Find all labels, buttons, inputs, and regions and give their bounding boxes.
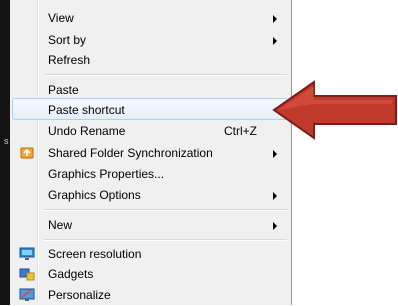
menu-separator <box>44 74 287 76</box>
menu-item-label: Graphics Options <box>48 188 141 202</box>
menu-item-sort-by[interactable]: Sort by <box>12 28 288 50</box>
callout-arrow <box>272 80 397 140</box>
menu-item-label: Personalize <box>48 288 111 302</box>
menu-item-paste[interactable]: Paste <box>12 78 288 100</box>
submenu-arrow-icon <box>273 37 277 45</box>
desktop-background <box>0 0 10 305</box>
keyboard-shortcut: Ctrl+Z <box>224 124 257 138</box>
submenu-arrow-icon <box>273 15 277 23</box>
menu-item-label: Undo Rename <box>48 124 126 138</box>
menu-item-graphics-options[interactable]: Graphics Options <box>12 183 288 205</box>
menu-item-label: Paste shortcut <box>48 103 125 117</box>
gadgets-icon <box>19 268 35 281</box>
menu-item-gadgets[interactable]: Gadgets <box>12 262 288 284</box>
menu-item-label: New <box>48 218 73 232</box>
menu-item-label: Gadgets <box>48 267 94 281</box>
submenu-arrow-icon <box>273 192 277 200</box>
menu-item-refresh[interactable]: Refresh <box>12 48 288 70</box>
menu-item-label: View <box>48 11 74 25</box>
monitor-icon <box>19 247 35 260</box>
menu-item-screen-resolution[interactable]: Screen resolution <box>12 242 288 264</box>
desktop-icon-label: s <box>4 136 9 146</box>
menu-item-personalize[interactable]: Personalize <box>12 283 288 305</box>
submenu-arrow-icon <box>273 150 277 158</box>
menu-separator <box>44 209 287 211</box>
menu-item-label: Graphics Properties... <box>48 167 165 181</box>
menu-separator <box>44 239 287 241</box>
menu-item-undo-rename[interactable]: Undo Rename Ctrl+Z <box>12 119 288 141</box>
menu-item-paste-shortcut[interactable]: Paste shortcut <box>12 98 288 120</box>
menu-item-view[interactable]: View <box>12 6 288 28</box>
desktop-context-menu: View Sort by Refresh Paste Paste shortcu… <box>10 0 292 305</box>
menu-item-new[interactable]: New <box>12 213 288 235</box>
personalize-icon <box>19 288 35 301</box>
menu-item-shared-folder-sync[interactable]: Shared Folder Synchronization <box>12 141 288 163</box>
submenu-arrow-icon <box>273 222 277 230</box>
sync-folder-icon <box>20 147 34 159</box>
menu-item-graphics-properties[interactable]: Graphics Properties... <box>12 162 288 184</box>
menu-item-label: Shared Folder Synchronization <box>48 146 213 160</box>
menu-item-label: Refresh <box>48 53 91 67</box>
